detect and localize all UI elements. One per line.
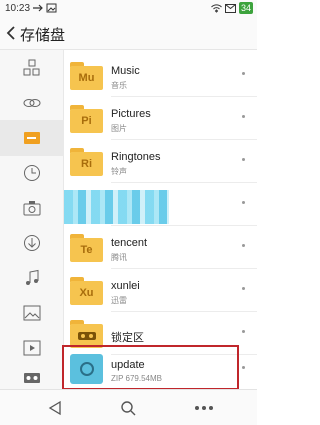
- sidebar-item-category[interactable]: [0, 50, 64, 86]
- category-icon: [23, 59, 40, 76]
- usb-icon: [33, 4, 43, 12]
- file-name: xunlei: [111, 280, 140, 292]
- storage-folder-icon: [24, 132, 40, 144]
- more-dots-icon: [195, 406, 213, 410]
- locked-folder-icon: [70, 320, 103, 348]
- back-triangle-icon: [48, 400, 61, 416]
- status-right: 34: [211, 2, 253, 14]
- vr-glasses-icon: [24, 373, 40, 383]
- list-item[interactable]: Mu Music 音乐: [64, 54, 257, 97]
- vr-glasses-icon: [77, 332, 96, 340]
- file-name: Ringtones: [111, 151, 161, 163]
- music-note-icon: [26, 269, 39, 285]
- picture-icon: [23, 305, 41, 321]
- sidebar: [0, 50, 64, 389]
- file-name: Pictures: [111, 108, 151, 120]
- more-dot-icon[interactable]: [242, 330, 245, 333]
- list-item[interactable]: Ri Ringtones 铃声: [64, 140, 257, 183]
- wifi-icon: [211, 3, 222, 13]
- video-icon: [23, 340, 41, 356]
- file-name: Music: [111, 65, 140, 77]
- chevron-left-icon[interactable]: [4, 25, 18, 41]
- more-dot-icon[interactable]: [242, 366, 245, 369]
- selection-highlight: [62, 345, 239, 390]
- list-item[interactable]: Xu xunlei 迅雷: [64, 269, 257, 312]
- more-dot-icon[interactable]: [242, 115, 245, 118]
- file-name: 锁定区: [111, 332, 144, 344]
- file-subtitle: 迅雷: [111, 296, 127, 305]
- sidebar-item-camera[interactable]: [0, 190, 64, 226]
- file-name: tencent: [111, 237, 148, 249]
- more-dot-icon[interactable]: [242, 201, 245, 204]
- file-subtitle: 铃声: [111, 167, 127, 176]
- download-icon: [24, 235, 40, 251]
- header: 存储盘: [0, 17, 257, 50]
- search-button[interactable]: [117, 398, 139, 418]
- sidebar-item-storage[interactable]: [0, 120, 64, 156]
- sidebar-item-pictures[interactable]: [0, 295, 64, 331]
- battery-icon: 34: [238, 2, 253, 14]
- camera-icon: [23, 201, 41, 216]
- folder-icon: Mu: [70, 62, 103, 90]
- more-dot-icon[interactable]: [242, 287, 245, 290]
- list-item[interactable]: Te tencent 腾讯: [64, 226, 257, 269]
- sidebar-item-download[interactable]: [0, 225, 64, 261]
- folder-icon: Pi: [70, 105, 103, 133]
- search-icon: [121, 401, 136, 416]
- image-icon: [46, 3, 57, 13]
- file-subtitle: 图片: [111, 124, 127, 133]
- sidebar-item-link[interactable]: [0, 85, 64, 121]
- more-dot-icon[interactable]: [242, 244, 245, 247]
- more-dot-icon[interactable]: [242, 158, 245, 161]
- more-button[interactable]: [193, 398, 215, 418]
- file-subtitle: 腾讯: [111, 253, 127, 262]
- more-dot-icon[interactable]: [242, 72, 245, 75]
- folder-icon: Te: [70, 234, 103, 262]
- clock-icon: [24, 165, 40, 181]
- bottom-nav: [0, 389, 257, 425]
- status-time: 10:23: [5, 3, 31, 14]
- mail-icon: [224, 3, 236, 13]
- file-subtitle: 音乐: [111, 81, 127, 90]
- folder-icon: Xu: [70, 277, 103, 305]
- sidebar-item-recent[interactable]: [0, 155, 64, 191]
- folder-icon: Ri: [70, 148, 103, 176]
- link-icon: [23, 99, 41, 107]
- list-item[interactable]: Pi Pictures 图片: [64, 97, 257, 140]
- sidebar-item-music[interactable]: [0, 260, 64, 296]
- back-button[interactable]: [44, 398, 66, 418]
- status-bar: 10:23 34: [0, 0, 257, 17]
- redacted-row: [64, 190, 169, 224]
- page-title: 存储盘: [20, 27, 66, 44]
